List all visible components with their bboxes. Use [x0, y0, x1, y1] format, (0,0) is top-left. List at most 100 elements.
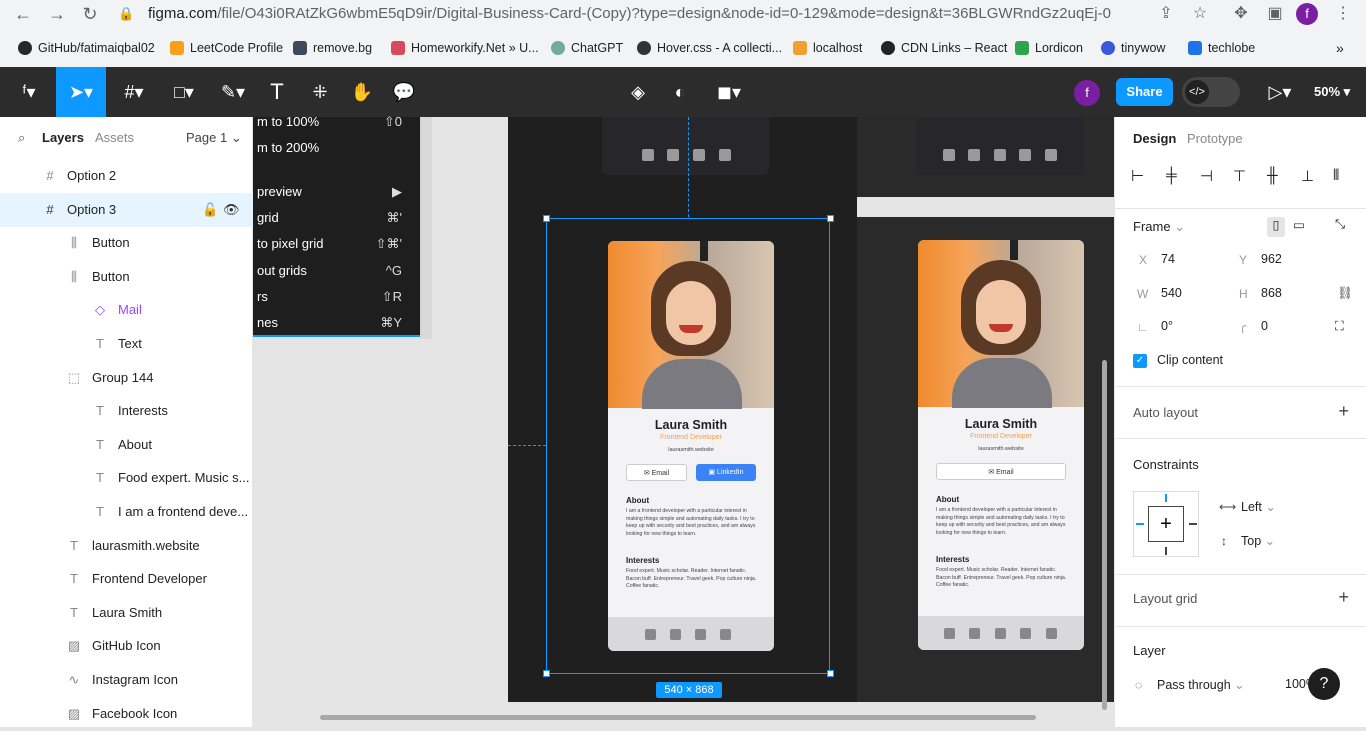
share-page-icon[interactable]: ⇪	[1156, 4, 1176, 24]
bookmarks-overflow-icon[interactable]: »	[1336, 39, 1344, 57]
landscape-icon[interactable]: ▭	[1293, 217, 1305, 232]
layer-text[interactable]: T Text	[0, 327, 253, 361]
vertical-constraint-select[interactable]: Top ⌄	[1241, 533, 1275, 548]
align-left-icon[interactable]: ⊢	[1131, 167, 1144, 185]
bookmark-tinywow[interactable]: tinywow	[1101, 39, 1165, 57]
text-tool-icon[interactable]: T	[266, 79, 288, 105]
layer-about[interactable]: T About	[0, 428, 253, 462]
lock-icon[interactable]: 🔒	[118, 3, 134, 25]
share-button[interactable]: Share	[1116, 78, 1173, 106]
bookmark-hovercss[interactable]: Hover.css - A collecti...	[637, 39, 782, 57]
layer-github-icon[interactable]: ▨ GitHub Icon	[0, 629, 253, 663]
layer-frontend-developer[interactable]: T Frontend Developer	[0, 562, 253, 596]
constraint-top[interactable]	[1165, 494, 1167, 502]
distribute-icon[interactable]: ⫴	[1333, 167, 1339, 184]
bookmark-localhost[interactable]: localhost	[793, 39, 862, 57]
constrain-proportions-icon[interactable]: ⛓	[1337, 286, 1353, 301]
resize-to-fit-icon[interactable]: ⤡	[1335, 217, 1345, 232]
portrait-icon[interactable]: ▯	[1267, 217, 1285, 237]
url-field[interactable]: figma.com/file/O43i0RAtZkG6wbmE5qD9ir/Di…	[148, 2, 1261, 26]
move-tool-button[interactable]: ➤▾	[56, 67, 106, 117]
tab-prototype[interactable]: Prototype	[1187, 131, 1243, 146]
bookmark-techlobe[interactable]: techlobe	[1188, 39, 1255, 57]
vertical-scrollbar[interactable]	[1102, 360, 1107, 710]
constraints-widget[interactable]: +	[1133, 491, 1199, 557]
bookmark-chatgpt[interactable]: ChatGPT	[551, 39, 623, 57]
blend-mode-select[interactable]: Pass through ⌄	[1157, 677, 1245, 692]
menu-item-layout-grids[interactable]: out grids ^G	[253, 258, 420, 284]
resources-icon[interactable]: ⁜	[308, 79, 332, 105]
add-layout-grid-icon[interactable]: +	[1338, 587, 1349, 608]
layer-mail[interactable]: ◇ Mail	[0, 293, 253, 327]
rotation-input[interactable]: 0°	[1161, 319, 1173, 333]
star-icon[interactable]: ☆	[1190, 4, 1210, 24]
tab-assets[interactable]: Assets	[95, 130, 134, 146]
figma-menu-icon[interactable]: ᶠ▾	[14, 79, 44, 105]
constraint-left[interactable]	[1136, 523, 1144, 525]
align-center-h-icon[interactable]: ╪	[1166, 167, 1177, 184]
sidebar-icon[interactable]: ▣	[1265, 4, 1285, 24]
resize-handle-tr[interactable]	[827, 215, 834, 222]
boolean-icon[interactable]: ◼▾	[712, 79, 746, 105]
pen-tool-icon[interactable]: ✎▾	[216, 79, 250, 105]
align-bottom-icon[interactable]: ⊥	[1301, 167, 1314, 185]
menu-item-outlines[interactable]: nes ⌘Y	[253, 310, 420, 336]
constraint-right[interactable]	[1189, 523, 1197, 525]
menu-item-grid[interactable]: grid ⌘'	[253, 205, 420, 231]
present-icon[interactable]: ▷▾	[1262, 79, 1298, 105]
y-input[interactable]: 962	[1261, 252, 1282, 266]
x-input[interactable]: 74	[1161, 252, 1175, 266]
back-icon[interactable]: ←	[12, 3, 34, 25]
profile-avatar[interactable]: f	[1296, 3, 1318, 25]
hand-tool-icon[interactable]: ✋	[350, 79, 374, 105]
layer-button[interactable]: ⫼ Button	[0, 260, 253, 294]
bookmark-removebg[interactable]: remove.bg	[293, 39, 372, 57]
bookmark-cdn-react[interactable]: CDN Links – React	[881, 39, 1007, 57]
menu-item-zoom-100[interactable]: m to 100% ⇧0	[253, 109, 420, 135]
frame-dropdown[interactable]: Frame ⌄	[1133, 219, 1185, 235]
radius-input[interactable]: 0	[1261, 319, 1268, 333]
horizontal-constraint-select[interactable]: Left ⌄	[1241, 499, 1276, 514]
help-button[interactable]: ?	[1308, 668, 1340, 700]
business-card-alt[interactable]: Laura Smith Frontend Developer laurasmit…	[918, 240, 1084, 650]
email-button[interactable]: ✉ Email	[936, 463, 1066, 480]
layer-button[interactable]: ⫼ Button	[0, 226, 253, 260]
tab-layers[interactable]: Layers	[42, 130, 84, 146]
menu-item-pixel-grid[interactable]: to pixel grid ⇧⌘'	[253, 231, 420, 257]
horizontal-scrollbar[interactable]	[320, 715, 1036, 720]
layer-i-am-frontend[interactable]: T I am a frontend deve...	[0, 495, 253, 529]
bookmark-homeworkify[interactable]: Homeworkify.Net » U...	[391, 39, 539, 57]
resize-handle-br[interactable]	[827, 670, 834, 677]
forward-icon[interactable]: →	[46, 3, 68, 25]
clip-content-checkbox[interactable]: ✓	[1133, 354, 1147, 368]
lock-icon[interactable]: 🔓	[202, 193, 218, 227]
component-icon[interactable]: ◈	[626, 79, 650, 105]
contrast-icon[interactable]: ◐	[668, 79, 692, 105]
eye-icon[interactable]: 👁	[223, 193, 240, 227]
add-auto-layout-icon[interactable]: +	[1338, 401, 1349, 422]
reload-icon[interactable]: ↻	[79, 3, 101, 25]
layer-laura-smith[interactable]: T Laura Smith	[0, 596, 253, 630]
independent-corners-icon[interactable]: ⛶	[1335, 319, 1344, 334]
extensions-icon[interactable]: ✥	[1231, 4, 1251, 24]
layer-instagram-icon[interactable]: ∿ Instagram Icon	[0, 663, 253, 697]
user-avatar[interactable]: f	[1074, 80, 1100, 106]
menu-item-zoom-200[interactable]: m to 200%	[253, 135, 420, 161]
resize-handle-tl[interactable]	[543, 215, 550, 222]
layer-interests[interactable]: T Interests	[0, 394, 253, 428]
shape-tool-icon[interactable]: □▾	[168, 79, 200, 105]
zoom-level[interactable]: 50% ▾	[1314, 79, 1350, 105]
frame-tool-icon[interactable]: #▾	[118, 79, 150, 105]
align-middle-v-icon[interactable]: ╫	[1267, 167, 1278, 184]
resize-handle-bl[interactable]	[543, 670, 550, 677]
layer-option-2[interactable]: # Option 2	[0, 159, 253, 193]
tab-design[interactable]: Design	[1133, 131, 1176, 146]
selection-box[interactable]	[546, 218, 830, 674]
height-input[interactable]: 868	[1261, 286, 1282, 300]
bookmark-leetcode[interactable]: LeetCode Profile	[170, 39, 283, 57]
width-input[interactable]: 540	[1161, 286, 1182, 300]
frame-option-2[interactable]: Laura Smith Frontend Developer laurasmit…	[857, 117, 1114, 702]
layer-option-3[interactable]: # Option 3 🔓 👁	[0, 193, 253, 227]
dev-mode-toggle[interactable]: </>	[1182, 77, 1240, 107]
constraint-bottom[interactable]	[1165, 547, 1167, 555]
